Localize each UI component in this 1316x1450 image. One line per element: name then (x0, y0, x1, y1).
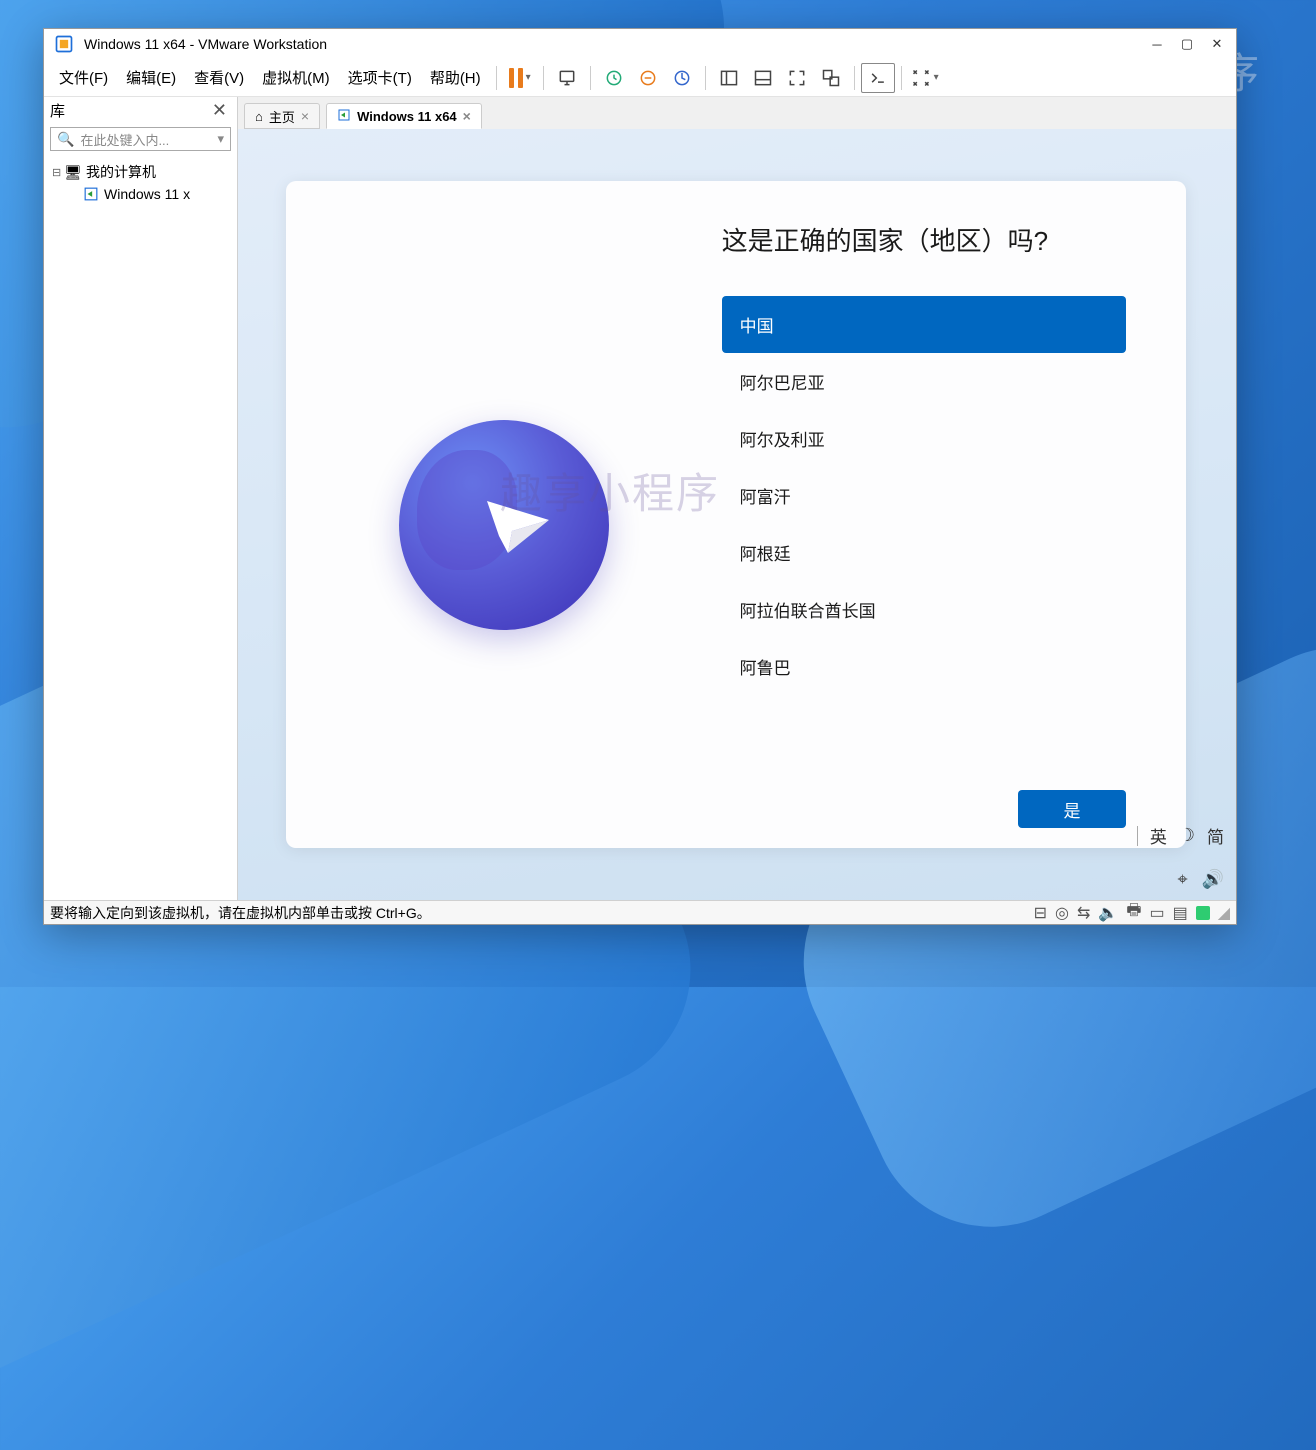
vm-status-led (1196, 906, 1210, 920)
vm-icon (82, 186, 100, 202)
country-option[interactable]: 阿拉伯联合酋长国 (722, 581, 1126, 638)
confirm-button[interactable]: 是 (1018, 790, 1126, 828)
network-icon[interactable]: ⇆ (1077, 903, 1090, 923)
oobe-illustration (306, 221, 702, 828)
tab-home[interactable]: ⌂ 主页 × (244, 103, 320, 129)
watermark-text: 趣享小程序 (500, 460, 720, 521)
printer-icon[interactable]: 🖶 (1126, 899, 1141, 926)
oobe-question: 这是正确的国家（地区）吗? (722, 221, 1126, 258)
menu-vm[interactable]: 虚拟机(M) (253, 62, 339, 93)
snapshot-manager-button[interactable] (665, 63, 699, 93)
app-icon (52, 32, 76, 56)
thumbnail-bar-button[interactable] (746, 63, 780, 93)
monitor-icon: 🖥 (64, 164, 82, 180)
window-title: Windows 11 x64 - VMware Workstation (84, 36, 1142, 52)
guest-ime-bar[interactable]: 英 ☽ 简 (1137, 823, 1224, 848)
moon-icon[interactable]: ☽ (1179, 825, 1195, 846)
country-option[interactable]: 阿富汗 (722, 467, 1126, 524)
menu-help[interactable]: 帮助(H) (421, 62, 490, 93)
search-icon: 🔍 (57, 131, 74, 148)
fullscreen-button[interactable] (780, 63, 814, 93)
oobe-card: 这是正确的国家（地区）吗? 中国 阿尔巴尼亚 阿尔及利亚 阿富汗 阿根廷 阿拉伯… (286, 181, 1186, 848)
close-icon[interactable]: × (463, 108, 471, 124)
tab-bar: ⌂ 主页 × Windows 11 x64 × (238, 97, 1236, 129)
send-ctrl-alt-del-button[interactable] (550, 63, 584, 93)
guest-accessibility-bar[interactable]: ⌖ 🔊 (1177, 869, 1224, 890)
sound-icon[interactable]: 🔈 (1098, 903, 1118, 923)
menu-file[interactable]: 文件(F) (50, 62, 117, 93)
volume-icon[interactable]: 🔊 (1202, 869, 1224, 890)
tab-vm-windows11[interactable]: Windows 11 x64 × (326, 103, 482, 129)
close-icon[interactable]: × (301, 108, 309, 124)
country-option[interactable]: 阿根廷 (722, 524, 1126, 581)
library-search-input[interactable]: 🔍 在此处键入内... ▾ (50, 127, 231, 151)
country-list: 中国 阿尔巴尼亚 阿尔及利亚 阿富汗 阿根廷 阿拉伯联合酋长国 阿鲁巴 (722, 296, 1126, 782)
pause-vm-button[interactable]: ▾ (503, 63, 537, 93)
menu-tabs[interactable]: 选项卡(T) (339, 62, 421, 93)
library-tree: ⊟ 🖥 我的计算机 Windows 11 x (44, 154, 237, 210)
vm-viewport[interactable]: 这是正确的国家（地区）吗? 中国 阿尔巴尼亚 阿尔及利亚 阿富汗 阿根廷 阿拉伯… (238, 129, 1236, 900)
show-sidebar-button[interactable] (712, 63, 746, 93)
country-option[interactable]: 阿尔巴尼亚 (722, 353, 1126, 410)
tree-root-my-computer[interactable]: ⊟ 🖥 我的计算机 (48, 160, 233, 184)
maximize-button[interactable]: ▢ (1172, 33, 1202, 55)
usb-icon[interactable]: ▭ (1149, 903, 1164, 923)
close-button[interactable]: ✕ (1202, 33, 1232, 55)
globe-icon (399, 420, 609, 630)
sidebar-close-button[interactable]: ✕ (208, 100, 231, 121)
ime-lang[interactable]: 英 (1150, 823, 1167, 848)
ime-mode[interactable]: 简 (1207, 823, 1224, 848)
display-icon[interactable]: ▤ (1173, 903, 1188, 923)
country-option[interactable]: 阿鲁巴 (722, 638, 1126, 695)
library-sidebar: 库 ✕ 🔍 在此处键入内... ▾ ⊟ 🖥 我的计算机 Windows 11 x (44, 97, 238, 900)
revert-snapshot-button[interactable] (631, 63, 665, 93)
country-option[interactable]: 阿尔及利亚 (722, 410, 1126, 467)
console-view-button[interactable] (861, 63, 895, 93)
snapshot-button[interactable] (597, 63, 631, 93)
sidebar-title: 库 (50, 100, 208, 121)
status-device-icons[interactable]: ⊟ ◎ ⇆ 🔈 🖶 ▭ ▤ ◢ (1034, 899, 1230, 926)
resize-grip-icon[interactable]: ◢ (1218, 903, 1230, 923)
titlebar[interactable]: Windows 11 x64 - VMware Workstation ─ ▢ … (44, 29, 1236, 59)
menu-edit[interactable]: 编辑(E) (117, 62, 185, 93)
tree-item-windows11[interactable]: Windows 11 x (48, 184, 233, 204)
accessibility-icon[interactable]: ⌖ (1177, 869, 1187, 890)
disk-icon[interactable]: ⊟ (1034, 903, 1047, 923)
vm-icon (337, 109, 351, 124)
cd-icon[interactable]: ◎ (1055, 903, 1069, 923)
stretch-guest-button[interactable]: ▾ (908, 63, 942, 93)
home-icon: ⌂ (255, 109, 263, 124)
status-hint: 要将输入定向到该虚拟机，请在虚拟机内部单击或按 Ctrl+G。 (50, 903, 1034, 923)
minimize-button[interactable]: ─ (1142, 33, 1172, 55)
country-option[interactable]: 中国 (722, 296, 1126, 353)
statusbar: 要将输入定向到该虚拟机，请在虚拟机内部单击或按 Ctrl+G。 ⊟ ◎ ⇆ 🔈 … (44, 900, 1236, 924)
unity-button[interactable] (814, 63, 848, 93)
main-area: ⌂ 主页 × Windows 11 x64 × (238, 97, 1236, 900)
menu-view[interactable]: 查看(V) (185, 62, 253, 93)
menubar: 文件(F) 编辑(E) 查看(V) 虚拟机(M) 选项卡(T) 帮助(H) ▾ … (44, 59, 1236, 97)
